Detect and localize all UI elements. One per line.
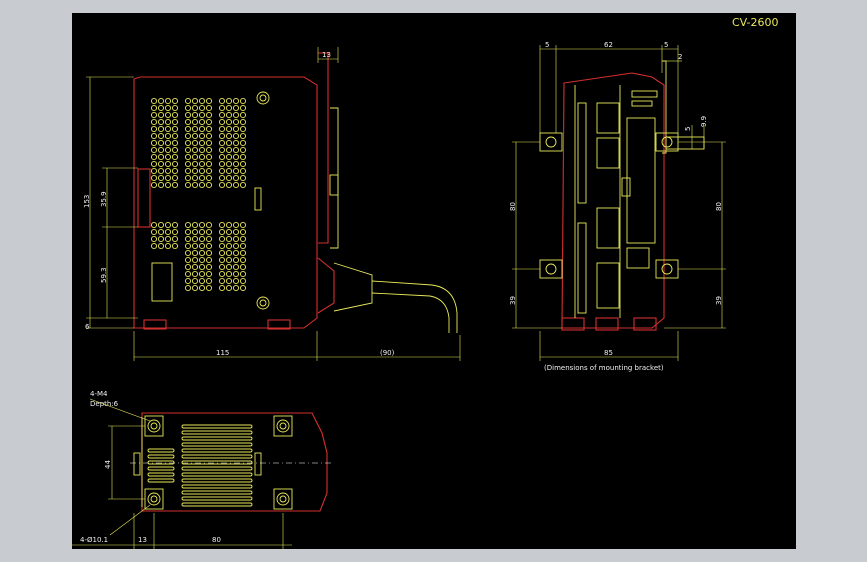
dim-80-bottom: 80 <box>212 536 221 544</box>
label-depth-6: Depth:6 <box>90 400 119 408</box>
dim-44: 44 <box>104 460 112 469</box>
dim-59-3: 59.3 <box>100 267 108 283</box>
front-dimensions <box>512 45 726 361</box>
dim-height-153: 153 <box>83 195 91 208</box>
side-vent-holes <box>150 97 247 292</box>
drawing-canvas[interactable]: CV-2600 13 153 35.9 59.3 6 115 (90) 5 62… <box>72 13 796 549</box>
dim-cable-90: (90) <box>380 349 395 357</box>
drawing-title: CV-2600 <box>732 16 779 29</box>
front-view <box>539 60 705 331</box>
dim-13-bottom: 13 <box>138 536 147 544</box>
bottom-view <box>130 412 332 512</box>
dim-5-left: 5 <box>545 41 549 49</box>
dim-6: 6 <box>85 323 90 331</box>
label-4-m4: 4-M4 <box>90 390 108 398</box>
bracket-note: (Dimensions of mounting bracket) <box>544 364 664 372</box>
dim-85: 85 <box>604 349 613 357</box>
dim-80-left: 80 <box>509 202 517 211</box>
label-hole: 4-Ø10.1 <box>80 536 108 544</box>
dim-5-right: 5 <box>664 41 668 49</box>
dim-2: 2 <box>678 53 682 61</box>
dim-35-9: 35.9 <box>100 191 108 207</box>
bottom-vent-slots <box>147 424 253 507</box>
dim-62: 62 <box>604 41 613 49</box>
dim-39-right: 39 <box>715 296 723 305</box>
drawing-svg: CV-2600 13 153 35.9 59.3 6 115 (90) 5 62… <box>72 16 779 549</box>
front-body-outline <box>561 72 665 329</box>
side-body-outline <box>133 76 318 329</box>
dim-39-left: 39 <box>509 296 517 305</box>
dim-top-13: 13 <box>322 51 331 59</box>
dim-9-9: 9.9 <box>700 116 708 127</box>
side-view <box>133 52 458 333</box>
dim-5-tab: 5 <box>684 127 692 131</box>
cad-viewer: CV-2600 13 153 35.9 59.3 6 115 (90) 5 62… <box>0 0 867 562</box>
dim-80-right: 80 <box>715 202 723 211</box>
dim-width-115: 115 <box>216 349 229 357</box>
side-dimensions <box>86 47 461 361</box>
